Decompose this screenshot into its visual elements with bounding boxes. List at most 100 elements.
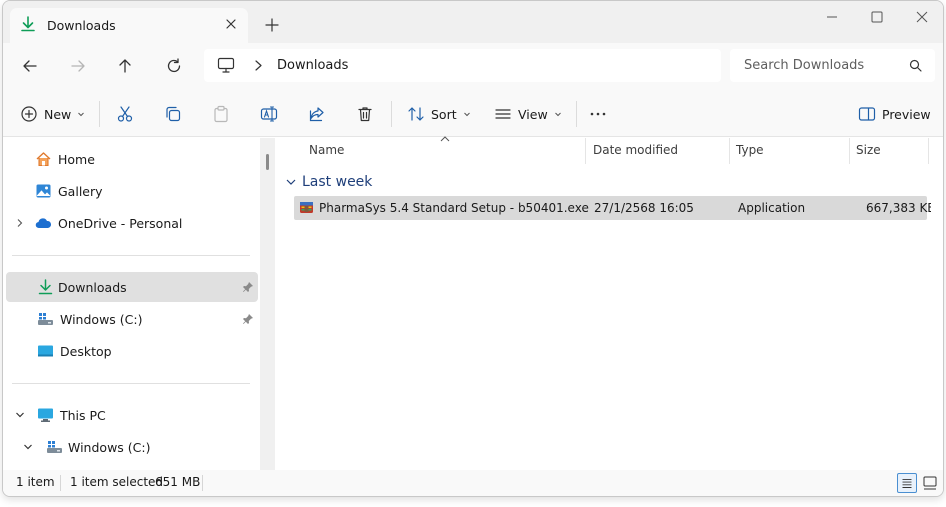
- group-header-last-week[interactable]: Last week: [285, 172, 372, 192]
- sort-button[interactable]: Sort: [407, 104, 471, 124]
- toolbar-divider: [576, 101, 577, 127]
- search-icon: [909, 59, 922, 72]
- nav-label-desktop: Desktop: [60, 344, 112, 359]
- tab-downloads[interactable]: Downloads: [10, 8, 248, 43]
- status-divider: [60, 475, 61, 491]
- status-bar: 1 item 1 item selected 651 MB: [3, 470, 943, 496]
- group-label: Last week: [302, 174, 373, 190]
- view-icon: [495, 109, 511, 119]
- toolbar-divider: [99, 101, 100, 127]
- chevron-down-icon[interactable]: [15, 410, 25, 420]
- file-type: Application: [738, 201, 806, 215]
- preview-label: Preview: [882, 106, 931, 122]
- share-icon: [309, 107, 324, 122]
- minimize-icon[interactable]: [825, 10, 839, 24]
- refresh-icon[interactable]: [165, 57, 183, 75]
- copy-button[interactable]: [164, 104, 182, 124]
- view-button[interactable]: View: [494, 104, 562, 124]
- plus-icon[interactable]: [264, 17, 280, 33]
- drive-icon: [47, 441, 62, 453]
- back-icon[interactable]: [21, 57, 39, 75]
- tiles-view-icon[interactable]: [920, 473, 940, 493]
- up-icon[interactable]: [116, 57, 134, 75]
- cut-button[interactable]: [116, 104, 134, 124]
- tab-title: Downloads: [47, 18, 116, 33]
- chevron-down-icon[interactable]: [23, 442, 33, 452]
- address-row: Downloads Search Downloads: [3, 43, 943, 89]
- more-button[interactable]: [589, 104, 607, 124]
- column-header-size[interactable]: Size: [850, 138, 928, 164]
- chevron-down-icon: [78, 112, 85, 117]
- forward-icon[interactable]: [69, 57, 87, 75]
- content-scrollbar[interactable]: [931, 138, 943, 470]
- nav-item-downloads[interactable]: Downloads: [6, 272, 258, 302]
- status-item-count: 1 item: [16, 475, 55, 489]
- nav-item-gallery[interactable]: Gallery: [6, 176, 258, 206]
- pin-icon[interactable]: [242, 281, 254, 293]
- chevron-right-icon[interactable]: [15, 218, 25, 228]
- nav-item-onedrive[interactable]: OneDrive - Personal: [6, 208, 258, 238]
- navigation-pane: Home Gallery OneDrive - Personal Downloa…: [3, 138, 267, 470]
- column-divider[interactable]: [928, 138, 929, 164]
- search-input[interactable]: Search Downloads: [744, 58, 864, 73]
- search-box[interactable]: Search Downloads: [730, 49, 935, 82]
- nav-item-desktop[interactable]: Desktop: [6, 336, 258, 366]
- column-header-date[interactable]: Date modified: [586, 138, 729, 164]
- address-bar[interactable]: Downloads: [204, 49, 721, 82]
- nav-label-onedrive: OneDrive - Personal: [58, 216, 183, 231]
- close-window-icon[interactable]: [915, 10, 929, 24]
- nav-item-windows-c-tree[interactable]: Windows (C:): [6, 432, 258, 462]
- share-button[interactable]: [308, 104, 326, 124]
- home-icon: [36, 152, 51, 167]
- chevron-down-icon: [286, 179, 296, 185]
- new-button[interactable]: New: [20, 104, 85, 124]
- status-divider: [202, 475, 203, 491]
- nav-divider: [12, 383, 250, 384]
- chevron-down-icon: [554, 112, 561, 117]
- application-icon: [300, 202, 313, 213]
- column-date-label: Date modified: [593, 143, 679, 157]
- gallery-icon: [36, 184, 51, 198]
- breadcrumb-downloads[interactable]: Downloads: [277, 58, 348, 73]
- drive-icon: [38, 313, 53, 325]
- new-icon: [21, 106, 37, 122]
- paste-button[interactable]: [212, 104, 230, 124]
- file-explorer-window: Downloads Downloads Search Downloads New…: [2, 0, 944, 497]
- delete-button[interactable]: [356, 104, 374, 124]
- computer-icon: [38, 408, 53, 422]
- nav-scrollbar-thumb[interactable]: [266, 154, 269, 170]
- copy-icon: [166, 106, 181, 122]
- close-tab-icon[interactable]: [223, 16, 239, 32]
- toolbar-divider: [391, 101, 392, 127]
- details-view-icon[interactable]: [897, 473, 917, 493]
- sort-icon: [408, 107, 424, 121]
- nav-label-this-pc: This PC: [60, 408, 106, 423]
- nav-scrollbar[interactable]: [260, 138, 275, 470]
- nav-item-windows-c[interactable]: Windows (C:): [6, 304, 258, 334]
- status-selected: 1 item selected: [70, 475, 164, 489]
- maximize-icon[interactable]: [870, 10, 884, 24]
- rename-icon: [260, 106, 278, 122]
- delete-icon: [358, 107, 372, 122]
- cut-icon: [117, 106, 133, 122]
- nav-divider: [12, 255, 250, 256]
- chevron-down-icon: [463, 112, 470, 117]
- column-header-type[interactable]: Type: [730, 138, 849, 164]
- cloud-icon: [35, 218, 52, 229]
- more-icon: [590, 112, 606, 116]
- pin-icon[interactable]: [242, 313, 254, 325]
- column-size-label: Size: [856, 143, 881, 157]
- nav-item-home[interactable]: Home: [6, 144, 258, 174]
- sort-label: Sort: [431, 106, 457, 122]
- nav-label-windows-c: Windows (C:): [60, 312, 143, 327]
- file-size: 667,383 KB: [866, 201, 936, 215]
- table-row[interactable]: PharmaSys 5.4 Standard Setup - b50401.ex…: [294, 196, 936, 220]
- chevron-right-icon[interactable]: [252, 59, 264, 72]
- paste-icon: [214, 105, 228, 123]
- nav-item-this-pc[interactable]: This PC: [6, 400, 258, 430]
- preview-button[interactable]: Preview: [858, 104, 931, 124]
- column-type-label: Type: [736, 143, 764, 157]
- column-header-name[interactable]: Name: [275, 138, 585, 164]
- rename-button[interactable]: [260, 104, 278, 124]
- download-icon: [21, 16, 35, 32]
